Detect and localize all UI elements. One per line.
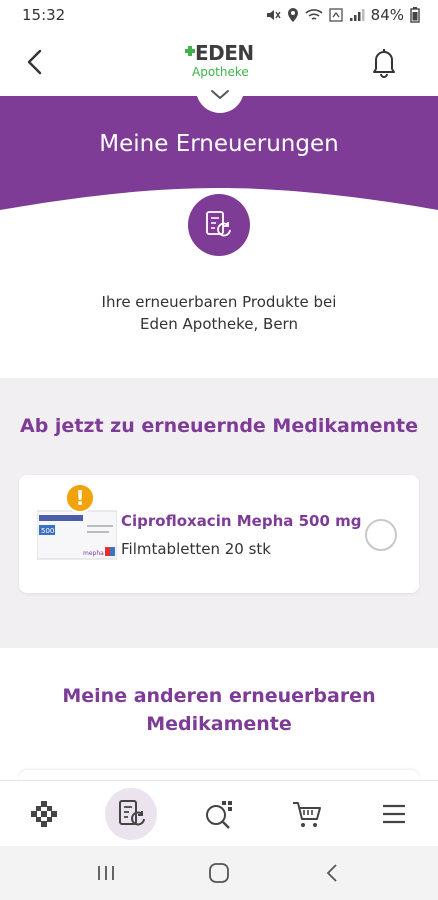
system-back-icon xyxy=(326,864,337,882)
eden-logo: EDEN Apotheke xyxy=(185,41,255,82)
data-icon xyxy=(329,8,343,22)
battery-percent: 84% xyxy=(370,6,404,24)
intro-line-1: Ihre erneuerbaren Produkte bei xyxy=(101,293,337,311)
due-section-title: Ab jetzt zu erneuernde Medikamente xyxy=(20,415,418,437)
android-nav-bar xyxy=(0,846,438,900)
intro-text: Ihre erneuerbaren Produkte bei Eden Apot… xyxy=(0,291,438,335)
renewal-list-icon xyxy=(206,211,231,237)
collapse-toggle[interactable] xyxy=(196,83,244,115)
medication-card[interactable]: 500 mepha ! Ciprofloxacin Mepha 500 mg F… xyxy=(19,475,419,593)
search-icon xyxy=(205,800,232,829)
status-icons: 84% xyxy=(265,6,420,24)
recents-button[interactable] xyxy=(86,853,126,893)
chevron-down-icon xyxy=(196,83,244,113)
intro-line-2: Eden Apotheke, Bern xyxy=(140,315,298,333)
bottom-nav xyxy=(0,780,438,846)
cart-icon xyxy=(292,801,321,827)
home-circle-icon xyxy=(209,863,229,883)
menu-icon xyxy=(383,804,406,823)
wifi-icon xyxy=(305,9,323,20)
nav-renewals[interactable] xyxy=(105,787,158,840)
home-icon xyxy=(30,800,57,827)
medication-box-image: 500 mepha xyxy=(37,510,117,560)
other-section-title: Meine anderen erneuerbaren Medikamente xyxy=(0,682,438,738)
recents-icon xyxy=(98,866,115,880)
renewal-badge xyxy=(188,194,250,256)
nav-cart[interactable] xyxy=(281,788,333,840)
box-brand-label: mepha xyxy=(83,550,104,557)
pharmacy-cross-icon xyxy=(185,46,195,56)
other-section-title-line-2: Medikamente xyxy=(146,713,292,735)
other-section-title-line-1: Meine anderen erneuerbaren xyxy=(62,685,376,707)
renewals-icon xyxy=(119,799,146,825)
select-radio[interactable] xyxy=(365,519,397,551)
status-time: 15:32 xyxy=(22,6,66,24)
status-bar: 15:32 84% xyxy=(0,0,438,30)
back-button[interactable] xyxy=(20,46,52,78)
notifications-button[interactable] xyxy=(366,44,402,80)
home-button[interactable] xyxy=(199,853,239,893)
logo-sub: Apotheke xyxy=(192,65,249,79)
nav-search[interactable] xyxy=(193,788,245,840)
medication-description: Filmtabletten 20 stk xyxy=(121,540,271,558)
mute-icon xyxy=(266,10,281,20)
medication-name: Ciprofloxacin Mepha 500 mg xyxy=(121,512,362,530)
bell-icon xyxy=(373,49,395,78)
system-back-button[interactable] xyxy=(312,853,352,893)
warning-icon: ! xyxy=(65,483,95,513)
nav-menu[interactable] xyxy=(368,788,420,840)
battery-icon xyxy=(410,7,420,23)
nav-home[interactable] xyxy=(18,788,70,840)
chevron-left-icon xyxy=(27,49,42,75)
logo-brand: EDEN xyxy=(195,41,254,65)
page-title: Meine Erneuerungen xyxy=(99,131,339,157)
box-dose-label: 500 xyxy=(41,527,54,535)
signal-icon xyxy=(349,9,365,21)
location-icon xyxy=(287,8,298,22)
